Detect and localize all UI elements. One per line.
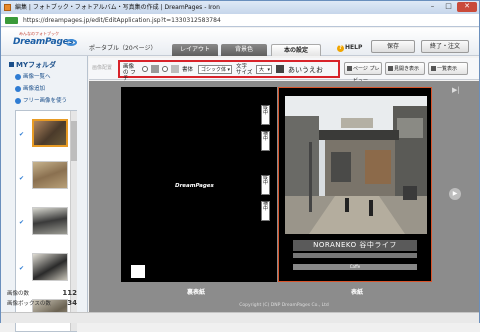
my-folder-title: MYフォルダ <box>9 60 56 70</box>
spread-view-icon <box>388 66 393 71</box>
back-cover-caption: 裏表紙 <box>187 289 206 296</box>
highlighted-settings-group: 画像の フチ 書体 ゴシック体 文字 サイズ 大 あいうえお <box>118 60 340 82</box>
save-button[interactable]: 保存 <box>371 40 415 53</box>
arrow-circle-icon <box>15 73 21 80</box>
last-page-button[interactable]: ▶| <box>452 86 460 94</box>
frame-radio-2[interactable] <box>162 66 168 72</box>
text-size-select[interactable]: 大 <box>256 65 272 74</box>
cover-title-text[interactable]: NORANEKO 谷中ライフ <box>293 240 417 251</box>
text-size-label: 文字 サイズ <box>236 64 253 76</box>
thumbnail-scrollbar[interactable] <box>70 111 77 331</box>
image-count-stat: 画像の数 112 <box>7 289 77 297</box>
font-select[interactable]: ゴシック体 <box>198 65 232 74</box>
page-preview-button[interactable]: ページ プレビュー <box>344 62 382 84</box>
text-preview: あいうえお <box>288 66 323 74</box>
image-list-link[interactable]: 画像一覧へ <box>15 72 51 80</box>
spine-label[interactable]: 横中 <box>261 131 270 151</box>
free-image-link[interactable]: フリー画像を使う <box>15 96 67 104</box>
tab-background-color[interactable]: 背景色 <box>221 44 267 56</box>
spine-label[interactable]: 縦中 <box>261 105 270 125</box>
my-folder-sidebar: MYフォルダ 画像一覧へ 画像追加 フリー画像を使う ✔ ✔ ✔ ✔ 画像の数 1… <box>1 56 88 332</box>
cover-photo-street[interactable] <box>285 96 427 234</box>
box-count-value: 34 <box>67 299 77 307</box>
frame-label: 画像の フチ <box>123 64 136 82</box>
next-page-button[interactable]: ▶ <box>449 188 461 200</box>
frame-radio-1[interactable] <box>142 66 148 72</box>
list-view-icon <box>431 66 436 71</box>
font-color-swatch[interactable] <box>276 65 284 73</box>
help-link[interactable]: ? HELP <box>337 44 362 52</box>
arrow-circle-icon <box>15 85 21 92</box>
window-title: 編集 | フォトブック・フォトアルバム・写真集の作成 | DreamPages … <box>15 4 220 11</box>
image-placement-label: 画像配置 <box>92 65 113 71</box>
subtitle-text-box[interactable] <box>293 253 417 258</box>
title-bar: 編集 | フォトブック・フォトアルバム・写真集の作成 | DreamPages … <box>1 1 479 14</box>
add-image-link[interactable]: 画像追加 <box>15 84 45 92</box>
editor-canvas: DreamPages 縦中 横中 縦中 横中 NORANEKO 谷中ライフ Ca… <box>89 81 479 312</box>
list-view-button[interactable]: 一覧表示 <box>428 62 468 75</box>
white-square-box[interactable] <box>131 265 145 278</box>
font-label: 書体 <box>182 67 194 73</box>
front-cover-page[interactable]: NORANEKO 谷中ライフ Caffe <box>278 87 432 282</box>
text-toolbar: 画像配置 画像の フチ 書体 ゴシック体 文字 サイズ 大 あいうえお ページ … <box>89 58 479 84</box>
url-text: https://dreampages.jp/edit/EditApplicati… <box>23 17 221 24</box>
preview-icon <box>347 66 352 71</box>
thumbnail-image-cat-3[interactable] <box>32 207 68 235</box>
minimize-button[interactable]: – <box>425 2 440 12</box>
front-cover-caption: 表紙 <box>351 289 364 296</box>
box-count-stat: 画像ボックスの数 34 <box>7 299 77 307</box>
back-cover-page[interactable]: DreamPages 縦中 横中 縦中 横中 <box>121 87 277 282</box>
thumbnail-image-cat-1[interactable] <box>32 119 68 147</box>
app-icon <box>4 4 11 11</box>
status-bar <box>1 312 479 323</box>
used-check-icon: ✔ <box>19 219 25 226</box>
app-header: みんなのフォトブック DreamPages ポータブル（20ページ） レイアウト… <box>1 28 479 56</box>
finish-order-button[interactable]: 終了・注文 <box>421 40 469 53</box>
frame-swatch-light[interactable] <box>171 65 179 73</box>
folder-icon <box>9 62 14 67</box>
tab-book-settings[interactable]: 本の設定 <box>271 44 321 56</box>
copyright-text: Copyright (C) DNP DreamPages Co., Ltd <box>239 303 329 308</box>
spine-label[interactable]: 横中 <box>261 201 270 221</box>
address-bar[interactable]: https://dreampages.jp/edit/EditApplicati… <box>1 14 479 27</box>
tab-layout[interactable]: レイアウト <box>172 44 218 56</box>
used-check-icon: ✔ <box>19 265 25 272</box>
arrow-circle-icon <box>15 97 21 104</box>
logo-swoosh-icon <box>65 39 77 46</box>
spread-view-button[interactable]: 見開き表示 <box>385 62 425 75</box>
maximize-button[interactable]: □ <box>441 2 456 12</box>
used-check-icon: ✔ <box>19 175 25 182</box>
browser-window: 編集 | フォトブック・フォトアルバム・写真集の作成 | DreamPages … <box>0 0 480 332</box>
thumbnail-image-cat-2[interactable] <box>32 161 68 189</box>
scrollbar-thumb[interactable] <box>71 121 77 161</box>
back-cover-logo: DreamPages <box>175 183 214 189</box>
frame-swatch-gray[interactable] <box>151 65 159 73</box>
used-check-icon: ✔ <box>19 131 25 138</box>
cover-small-text[interactable]: Caffe <box>293 264 417 270</box>
image-count-value: 112 <box>62 289 77 297</box>
product-name: ポータブル（20ページ） <box>89 45 157 52</box>
lock-icon <box>5 17 18 24</box>
close-button[interactable]: ✕ <box>457 2 477 12</box>
help-icon: ? <box>337 45 344 52</box>
spine-label[interactable]: 縦中 <box>261 175 270 195</box>
thumbnail-image-cat-4[interactable] <box>32 253 68 281</box>
